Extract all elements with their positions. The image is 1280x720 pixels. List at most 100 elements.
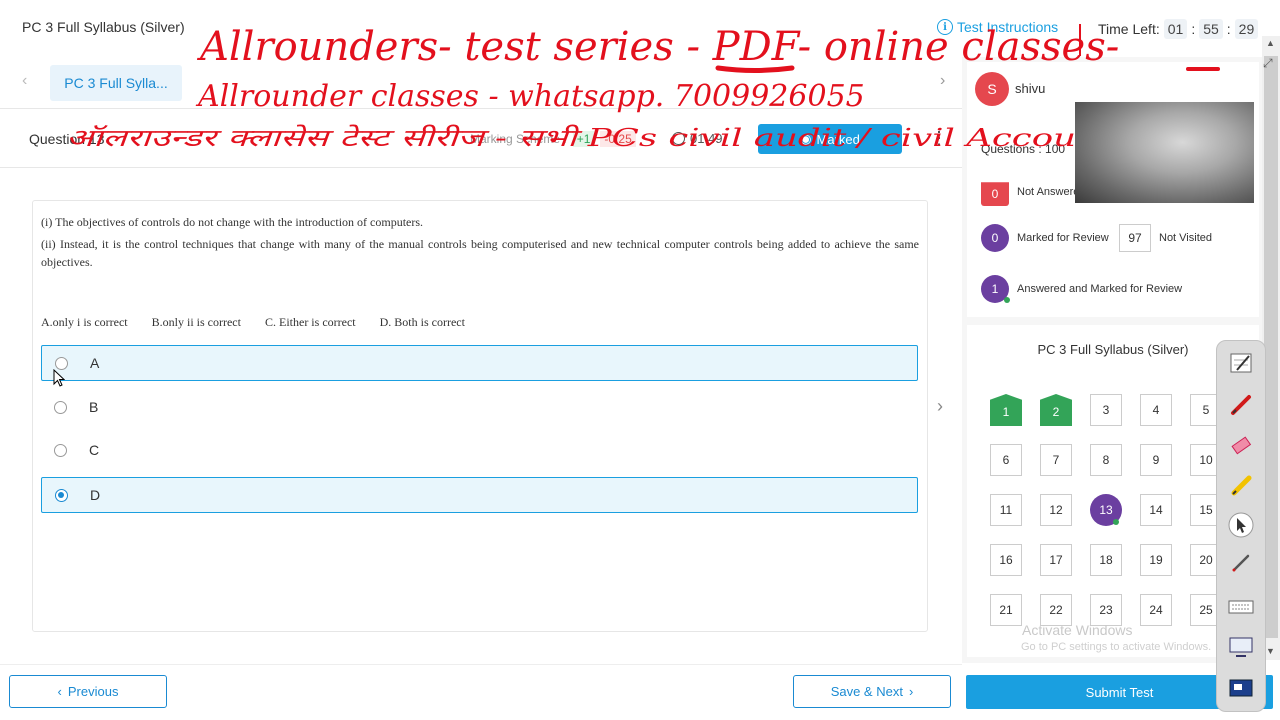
marked-label: Marked: [816, 131, 860, 147]
pen-icon[interactable]: [1225, 548, 1257, 578]
positive-marks: +1: [572, 131, 595, 147]
option-a-radio[interactable]: [55, 356, 68, 370]
palette-question-16[interactable]: 16: [990, 544, 1022, 576]
legend-marked-for-review: 0 Marked for Review: [981, 224, 1109, 252]
time-left-label: Time Left:: [1098, 21, 1160, 37]
option-d-label: D: [90, 487, 101, 503]
question-timer: 01:49: [672, 131, 723, 146]
desktop-icon[interactable]: [1225, 674, 1257, 704]
option-d-radio[interactable]: [55, 488, 68, 502]
time-seconds: 29: [1234, 19, 1259, 39]
save-next-label: Save & Next: [830, 684, 903, 699]
option-b-radio[interactable]: [54, 400, 67, 414]
choice-text: C. Either is correct: [264, 315, 356, 329]
palette-question-9[interactable]: 9: [1140, 444, 1172, 476]
palette-question-17[interactable]: 17: [1040, 544, 1072, 576]
option-d[interactable]: D: [41, 477, 918, 513]
previous-button[interactable]: ‹ Previous: [9, 675, 167, 708]
option-c[interactable]: C: [41, 432, 918, 468]
answered-dot: [1004, 297, 1010, 303]
question-number: Question 13: [29, 131, 105, 147]
palette-question-7[interactable]: 7: [1040, 444, 1072, 476]
option-a[interactable]: A: [41, 345, 918, 381]
answer-choices: A.only i is correct B.only ii is correct…: [41, 315, 465, 330]
scroll-up-icon[interactable]: ▲: [1266, 38, 1275, 48]
time-hours: 01: [1163, 19, 1188, 39]
more-options-icon[interactable]: ⋮: [930, 128, 948, 149]
not-visited-count: 97: [1119, 224, 1151, 252]
legend-answered-marked: 1 Answered and Marked for Review: [981, 275, 1182, 303]
option-c-radio[interactable]: [54, 443, 67, 457]
legend-label: Answered and Marked for Review: [1017, 283, 1183, 295]
legend-label: Marked for Review: [1017, 232, 1109, 244]
username: shivu: [1015, 81, 1046, 96]
info-icon: i: [937, 19, 953, 35]
collapse-panel-icon[interactable]: ›: [937, 396, 943, 417]
question-statement-2: (ii) Instead, it is the control techniqu…: [41, 237, 919, 269]
keyboard-icon[interactable]: [1225, 592, 1257, 622]
chevron-left-icon[interactable]: ‹: [22, 72, 27, 90]
palette-question-24[interactable]: 24: [1140, 594, 1172, 626]
not-answered-count: 0: [981, 182, 1009, 206]
resize-icon[interactable]: ⤢: [1263, 56, 1279, 72]
chevron-left-icon: ‹: [57, 684, 62, 699]
palette-question-19[interactable]: 19: [1140, 544, 1172, 576]
clock-icon: [672, 132, 685, 145]
negative-marks: -0.25: [600, 131, 636, 147]
palette-question-1[interactable]: 1: [990, 394, 1022, 426]
screen-icon[interactable]: [1225, 632, 1257, 662]
time-left: Time Left: 01 : 55 : 29: [1098, 19, 1259, 39]
section-tab[interactable]: PC 3 Full Sylla...: [50, 65, 182, 101]
palette-question-12[interactable]: 12: [1040, 494, 1072, 526]
test-instructions-label: Test Instructions: [957, 19, 1059, 35]
scroll-down-icon[interactable]: ▼: [1266, 646, 1275, 656]
answered-dot: [1113, 519, 1119, 525]
legend-not-visited: 97 Not Visited: [1119, 224, 1212, 252]
choice-text: B.only ii is correct: [151, 315, 241, 329]
scrollbar-thumb[interactable]: [1264, 56, 1278, 638]
pointer-icon[interactable]: [1225, 510, 1257, 540]
footer-divider: [0, 664, 962, 665]
option-b[interactable]: B: [41, 389, 918, 425]
marking-scheme-label: Marking Scheme :: [470, 132, 567, 146]
save-next-button[interactable]: Save & Next ›: [793, 675, 951, 708]
marked-for-review-count: 0: [981, 224, 1009, 252]
activate-windows-watermark: Activate Windows: [1022, 622, 1133, 638]
eraser-icon[interactable]: [1225, 430, 1257, 460]
notebook-icon[interactable]: [1225, 348, 1257, 378]
red-pen-icon[interactable]: [1225, 390, 1257, 420]
palette-question-4[interactable]: 4: [1140, 394, 1172, 426]
webcam-feed: [1075, 102, 1254, 203]
choice-text: A.only i is correct: [41, 315, 128, 329]
test-title: PC 3 Full Syllabus (Silver): [22, 19, 185, 35]
question-statement-1: (i) The objectives of controls do not ch…: [41, 215, 424, 229]
highlighter-icon[interactable]: [1225, 470, 1257, 500]
avatar: S: [975, 72, 1009, 106]
option-c-label: C: [89, 442, 100, 458]
palette-question-3[interactable]: 3: [1090, 394, 1122, 426]
choice-text: D. Both is correct: [379, 315, 465, 329]
chevron-right-icon: ›: [908, 684, 914, 699]
top-bar: [0, 0, 1280, 56]
question-timer-value: 01:49: [690, 131, 723, 146]
palette-question-11[interactable]: 11: [990, 494, 1022, 526]
time-minutes: 55: [1199, 19, 1223, 39]
test-instructions-link[interactable]: i Test Instructions: [937, 19, 1058, 35]
palette-question-6[interactable]: 6: [990, 444, 1022, 476]
option-b-label: B: [89, 399, 99, 415]
palette-question-18[interactable]: 18: [1090, 544, 1122, 576]
palette-question-2[interactable]: 2: [1040, 394, 1072, 426]
mouse-cursor-icon: [53, 369, 65, 387]
questions-count: Questions : 100: [981, 142, 1066, 156]
marked-button[interactable]: ◉ Marked: [758, 124, 902, 154]
legend-label: Not Visited: [1159, 232, 1212, 244]
time-separator: :: [1191, 21, 1196, 37]
legend-not-answered: 0 Not Answered: [981, 178, 1085, 206]
palette-question-14[interactable]: 14: [1140, 494, 1172, 526]
chevron-right-icon[interactable]: ›: [940, 72, 945, 90]
time-separator: :: [1226, 21, 1231, 37]
eye-icon: ◉: [800, 131, 812, 146]
palette-question-8[interactable]: 8: [1090, 444, 1122, 476]
palette-question-21[interactable]: 21: [990, 594, 1022, 626]
option-a-label: A: [90, 355, 100, 371]
